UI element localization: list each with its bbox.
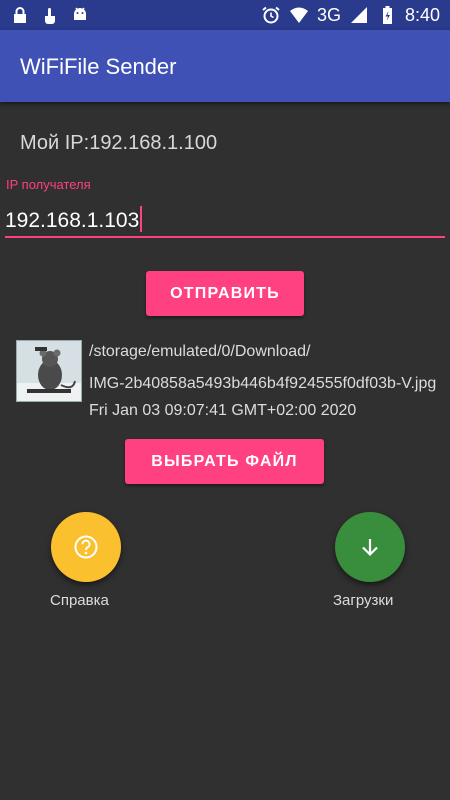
battery-icon xyxy=(382,6,392,24)
rat-picture-icon xyxy=(17,341,81,401)
alarm-icon xyxy=(262,6,280,24)
help-label: Справка xyxy=(50,592,109,609)
recipient-ip-value: 192.168.1.103 xyxy=(5,206,143,233)
clock: 8:40 xyxy=(404,5,440,25)
file-path: /storage/emulated/0/Download/ xyxy=(89,343,311,360)
my-ip-text: Мой IP:192.168.1.100 xyxy=(20,132,218,154)
recipient-ip-input[interactable]: 192.168.1.103 xyxy=(5,200,445,238)
status-bar: 3G 8:40 xyxy=(0,0,450,30)
file-thumbnail[interactable] xyxy=(16,340,82,402)
status-right-icons: 3G 8:40 xyxy=(261,4,440,26)
network-type: 3G xyxy=(316,5,341,25)
android-icon xyxy=(74,7,86,20)
downloads-label: Загрузки xyxy=(333,592,394,609)
file-date: Fri Jan 03 09:07:41 GMT+02:00 2020 xyxy=(89,402,357,419)
recipient-ip-label: IP получателя xyxy=(6,177,91,192)
text-caret xyxy=(140,206,143,232)
signal-icon xyxy=(350,7,367,23)
recipient-ip-text: 192.168.1.103 xyxy=(5,209,140,232)
app-title: WiFiFile Sender xyxy=(20,54,177,79)
send-button[interactable]: ОТПРАВИТЬ xyxy=(146,271,304,316)
help-icon xyxy=(74,535,98,559)
help-button[interactable] xyxy=(51,512,121,582)
status-left-icons xyxy=(10,5,90,25)
downloads-button[interactable] xyxy=(335,512,405,582)
download-arrow-icon xyxy=(362,539,378,557)
app-bar: WiFiFile Sender xyxy=(0,30,450,102)
touch-icon xyxy=(45,8,55,24)
pick-file-button[interactable]: ВЫБРАТЬ ФАЙЛ xyxy=(125,439,324,484)
lock-icon xyxy=(14,7,26,23)
wifi-icon xyxy=(289,7,308,23)
file-name: IMG-2b40858a5493b446b4f924555f0df03b-V.j… xyxy=(89,375,437,392)
